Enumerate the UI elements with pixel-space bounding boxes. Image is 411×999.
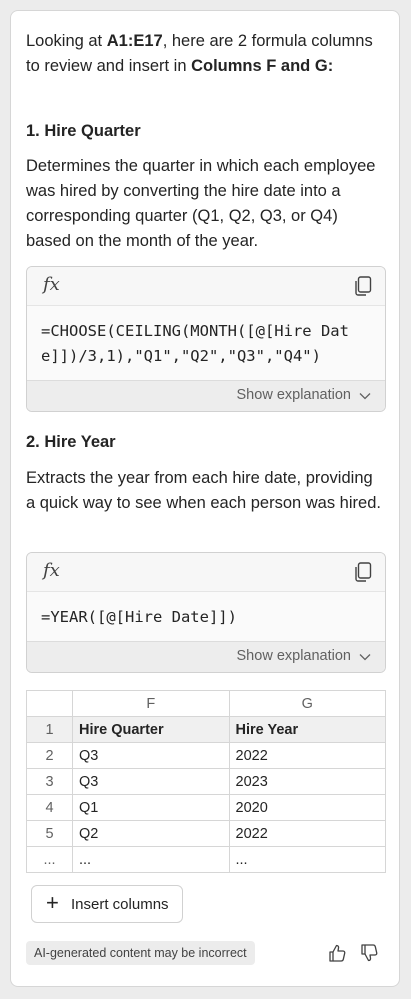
column-letter: F	[72, 690, 230, 717]
table-row: ... ... ...	[26, 846, 386, 873]
row-number: 2	[26, 742, 73, 769]
formula-2-show-explanation[interactable]: Show explanation	[27, 641, 385, 672]
intro-text: Looking at A1:E17, here are 2 formula co…	[26, 29, 386, 79]
show-explanation-label: Show explanation	[236, 648, 351, 664]
table-row: 1 Hire Quarter Hire Year	[26, 716, 386, 743]
row-number: 4	[26, 794, 73, 821]
table-cell: 2020	[228, 794, 386, 821]
formula-2-heading: 2. Hire Year	[26, 433, 116, 451]
formula-1-heading: 1. Hire Quarter	[26, 122, 141, 140]
table-row: 5 Q2 2022	[26, 820, 386, 847]
formula-1-header: fx	[27, 267, 385, 306]
fx-icon: fx	[43, 560, 60, 581]
intro-suffix: :	[327, 57, 334, 75]
formula-2-code[interactable]: =YEAR([@[Hire Date]])	[27, 592, 385, 641]
show-explanation-label: Show explanation	[236, 387, 351, 403]
table-row: 4 Q1 2020	[26, 794, 386, 821]
row-number: 1	[26, 716, 73, 743]
chevron-down-icon	[359, 393, 371, 400]
intro-range: A1:E17	[106, 32, 163, 50]
table-cell: Q2	[72, 820, 230, 847]
table-cell: Hire Quarter	[72, 716, 230, 743]
table-cell: Q1	[72, 794, 230, 821]
insert-columns-button[interactable]: + Insert columns	[31, 885, 183, 923]
formula-1-show-explanation[interactable]: Show explanation	[27, 380, 385, 411]
plus-icon: +	[46, 890, 59, 915]
intro-columns: Columns F and G	[191, 57, 328, 75]
formula-2-header: fx	[27, 553, 385, 592]
formula-1-block: fx =CHOOSE(CEILING(MONTH([@[Hire Date]])…	[26, 266, 386, 412]
insert-columns-label: Insert columns	[71, 896, 169, 913]
table-cell: Hire Year	[228, 716, 386, 743]
formula-2-block: fx =YEAR([@[Hire Date]]) Show explanatio…	[26, 552, 386, 673]
preview-table: F G 1 Hire Quarter Hire Year 2 Q3 2022 3…	[26, 690, 386, 873]
row-number: 3	[26, 768, 73, 795]
formula-1-description: Determines the quarter in which each emp…	[26, 157, 376, 250]
row-number: 5	[26, 820, 73, 847]
corner-cell	[26, 690, 73, 717]
formula-1-code[interactable]: =CHOOSE(CEILING(MONTH([@[Hire Date]])/3,…	[27, 306, 385, 380]
row-number: ...	[26, 846, 73, 873]
fx-icon: fx	[43, 274, 60, 295]
table-cell: ...	[228, 846, 386, 873]
chevron-down-icon	[359, 654, 371, 661]
thumbs-up-icon[interactable]	[327, 943, 347, 963]
formula-2-description: Extracts the year from each hire date, p…	[26, 469, 381, 512]
column-letter-row: F G	[26, 690, 386, 717]
table-cell: 2023	[228, 768, 386, 795]
table-cell: ...	[72, 846, 230, 873]
intro-prefix: Looking at	[26, 32, 107, 50]
thumbs-down-icon[interactable]	[359, 943, 379, 963]
copilot-response-card: Looking at A1:E17, here are 2 formula co…	[10, 10, 400, 987]
table-cell: 2022	[228, 820, 386, 847]
table-row: 3 Q3 2023	[26, 768, 386, 795]
ai-disclaimer-badge: AI-generated content may be incorrect	[26, 941, 255, 965]
column-letter: G	[228, 690, 386, 717]
table-cell: Q3	[72, 742, 230, 769]
copy-icon[interactable]	[354, 276, 372, 296]
copy-icon[interactable]	[354, 562, 372, 582]
table-cell: 2022	[228, 742, 386, 769]
table-row: 2 Q3 2022	[26, 742, 386, 769]
table-cell: Q3	[72, 768, 230, 795]
